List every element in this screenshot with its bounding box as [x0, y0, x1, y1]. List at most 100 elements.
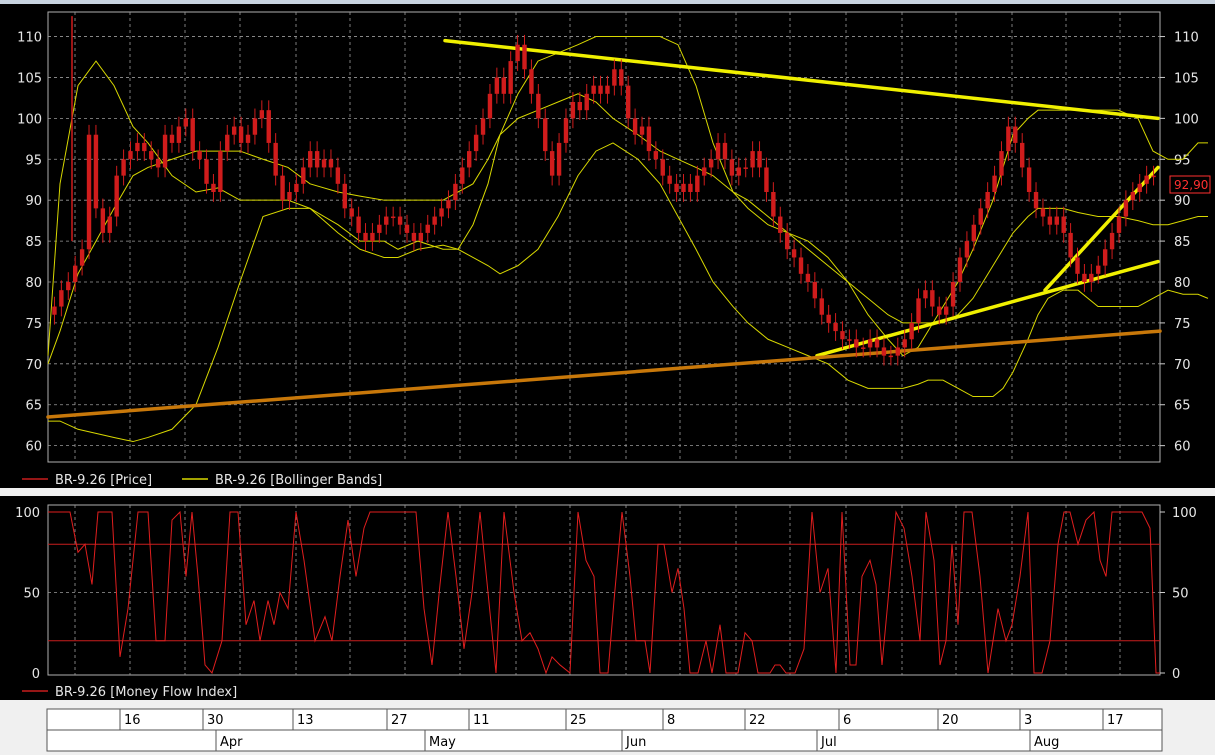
day-tick-label: 22: [749, 713, 766, 728]
candle-body: [52, 306, 57, 315]
price-y-tick-label-right: 95: [1174, 153, 1191, 168]
candle-body: [577, 102, 583, 111]
candle-body: [218, 151, 223, 192]
candle-body: [1013, 126, 1018, 143]
candle-body: [549, 151, 555, 176]
price-y-tick-label: 65: [25, 399, 42, 414]
candle-body: [688, 183, 693, 192]
candle-body: [708, 159, 714, 168]
candle-body: [1130, 192, 1136, 201]
candle-body: [943, 306, 949, 315]
candle-body: [176, 126, 182, 143]
candle-body: [1089, 273, 1094, 282]
candle-body: [231, 126, 237, 135]
candle-body: [591, 85, 596, 94]
candle-body: [584, 93, 589, 111]
candle-body: [874, 339, 880, 348]
candle-body: [1054, 216, 1059, 225]
candle-body: [252, 118, 258, 135]
price-pane[interactable]: 60 65 70 75 80 85 90 95 100 105 110 60 65 70 75 80 85 90…: [17, 11, 1211, 488]
candle-body: [190, 118, 195, 152]
day-tick-label: 30: [207, 713, 224, 728]
last-price-tag: 92,90: [1169, 175, 1211, 194]
price-y-tick-label-right: 90: [1174, 194, 1191, 209]
candle-body: [204, 159, 209, 184]
price-y-tick-label-right: 100: [1174, 112, 1199, 127]
mfi-y-tick-label-right: 100: [1172, 506, 1197, 521]
candle-body: [259, 110, 265, 119]
candle-body: [480, 118, 486, 135]
candle-body: [999, 151, 1004, 176]
price-y-tick-label-right: 65: [1174, 399, 1191, 414]
candle-body: [743, 167, 748, 169]
candle-body: [909, 322, 914, 340]
pane-separator: [0, 488, 1215, 496]
candle-body: [1020, 142, 1025, 168]
candle-body: [598, 85, 603, 94]
candle-body: [59, 290, 64, 307]
candle-body: [667, 175, 672, 184]
candle-body: [522, 44, 527, 70]
candle-body: [86, 134, 92, 250]
candle-body: [183, 118, 188, 127]
day-tick-label: 20: [942, 713, 959, 728]
mfi-y-tick-label: 0: [32, 667, 40, 682]
price-y-tick-label: 60: [25, 440, 42, 455]
price-y-tick-label: 80: [25, 276, 42, 291]
price-y-tick-label-right: 70: [1174, 358, 1191, 373]
candle-body: [162, 134, 168, 168]
candle-body: [245, 134, 251, 143]
candle-body: [79, 249, 85, 266]
candle-body: [543, 118, 548, 152]
candle-body: [1144, 175, 1149, 184]
price-y-tick-label-right: 110: [1174, 31, 1199, 46]
candle-body: [314, 151, 320, 168]
candle-body: [1040, 208, 1046, 217]
candle-body: [702, 167, 707, 176]
mfi-y-tick-label-right: 50: [1172, 587, 1189, 602]
candle-body: [169, 134, 175, 143]
candle-body: [390, 216, 396, 219]
legend-label-price: BR-9.26 [Price]: [55, 473, 152, 488]
time-axis[interactable]: 16 30 13 27 11 25 8 22 6 20 3 17 Apr May Jun Jul Aug: [46, 708, 1163, 752]
candle-body: [1026, 167, 1032, 192]
price-y-tick-label-right: 75: [1174, 317, 1191, 332]
candle-body: [1109, 232, 1115, 250]
candle-body: [439, 208, 444, 217]
candle-body: [225, 134, 230, 152]
month-tick-label: Apr: [220, 735, 243, 750]
candle-body: [681, 183, 686, 192]
candle-body: [1061, 216, 1066, 233]
candle-body: [867, 339, 873, 348]
candle-body: [280, 175, 285, 201]
month-tick-label: Jun: [625, 735, 646, 750]
candle-body: [826, 314, 831, 323]
candle-body: [971, 224, 977, 242]
candle-body: [301, 167, 306, 184]
candle-body: [833, 322, 838, 332]
candle-body: [771, 192, 776, 217]
candle-body: [695, 175, 700, 192]
candle-body: [349, 208, 354, 217]
candle-body: [66, 282, 71, 291]
candle-body: [266, 110, 271, 143]
mfi-pane[interactable]: 0 50 100 0 50 100 BR-9.26 [Money Flow Index]: [15, 504, 1197, 700]
candle-body: [881, 347, 887, 356]
candle-body: [273, 142, 278, 176]
candle-body: [957, 257, 963, 282]
candle-body: [1047, 216, 1053, 225]
candle-body: [238, 126, 244, 143]
day-tick-label: 17: [1107, 713, 1124, 728]
price-y-tick-label: 95: [25, 153, 42, 168]
candle-body: [467, 151, 472, 168]
candle-body: [840, 331, 845, 340]
candle-body: [625, 85, 631, 119]
candle-body: [639, 126, 645, 135]
candle-body: [100, 208, 106, 233]
candle-body: [556, 142, 562, 176]
candle-body: [653, 151, 659, 160]
candle-body: [453, 183, 458, 201]
candle-body: [916, 298, 921, 323]
candle-body: [370, 232, 375, 242]
candle-body: [757, 151, 762, 168]
